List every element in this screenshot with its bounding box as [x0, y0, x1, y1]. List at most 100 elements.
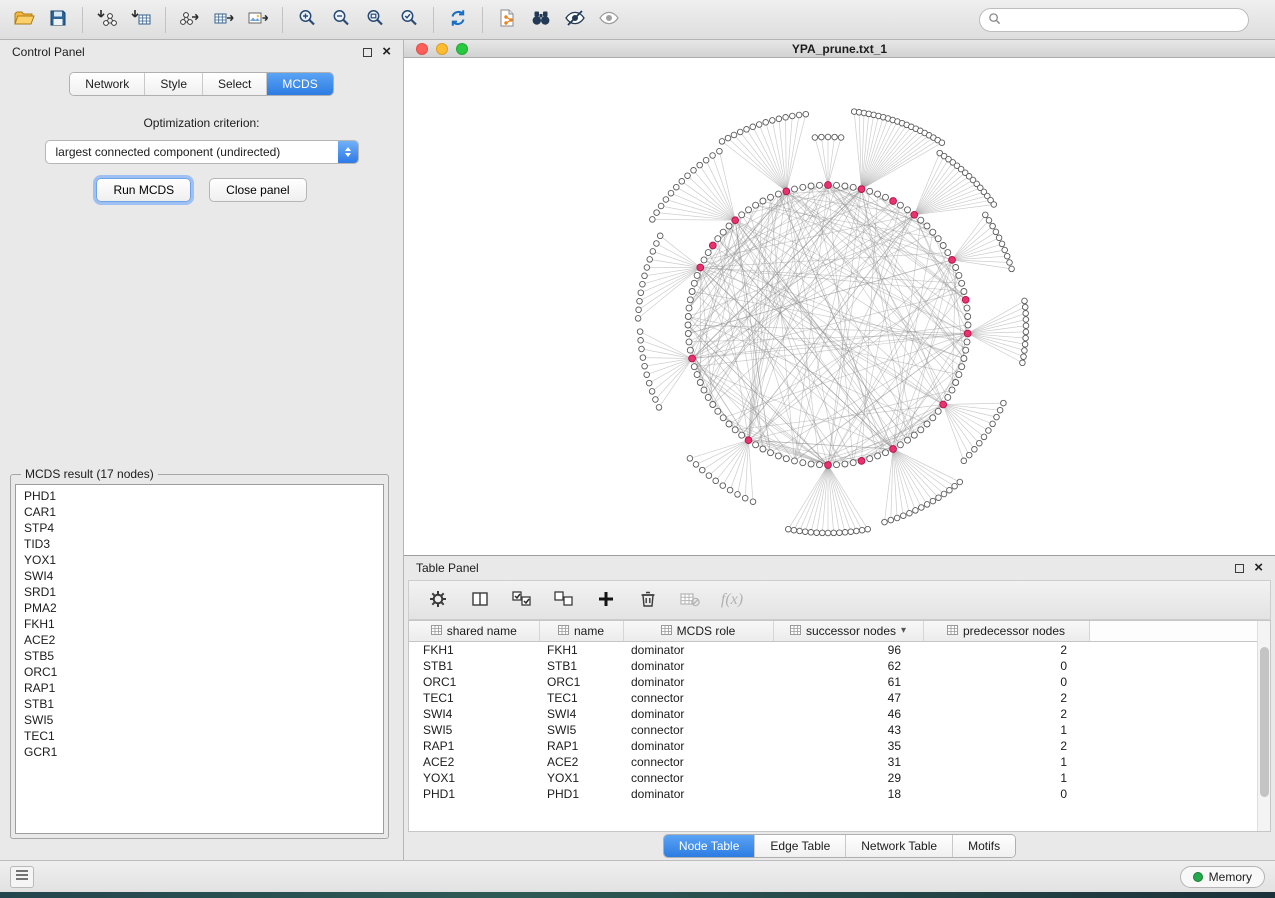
- table-vertical-scrollbar[interactable]: [1257, 621, 1270, 831]
- search-network-button[interactable]: [525, 5, 557, 35]
- cell-successor-nodes[interactable]: 61: [773, 674, 923, 690]
- cell-name[interactable]: RAP1: [539, 738, 623, 754]
- refresh-layout-button[interactable]: [442, 5, 474, 35]
- cell-name[interactable]: SWI5: [539, 722, 623, 738]
- cell-predecessor-nodes[interactable]: 1: [923, 722, 1089, 738]
- function-builder-button[interactable]: f(x): [719, 587, 745, 613]
- cell-predecessor-nodes[interactable]: 1: [923, 754, 1089, 770]
- cell-mcds-role[interactable]: dominator: [623, 786, 773, 802]
- float-panel-icon[interactable]: [363, 48, 372, 57]
- cell-name[interactable]: ORC1: [539, 674, 623, 690]
- mac-minimize-button[interactable]: [436, 43, 448, 55]
- cell-name[interactable]: STB1: [539, 658, 623, 674]
- cell-predecessor-nodes[interactable]: 0: [923, 674, 1089, 690]
- zoom-fit-button[interactable]: [359, 5, 391, 35]
- close-panel-button[interactable]: Close panel: [209, 178, 306, 202]
- zoom-selected-button[interactable]: [393, 5, 425, 35]
- cell-shared-name[interactable]: SWI5: [409, 722, 539, 738]
- table-row[interactable]: PHD1PHD1dominator180: [409, 786, 1257, 802]
- memory-button[interactable]: Memory: [1180, 866, 1265, 888]
- search-input[interactable]: [1006, 13, 1240, 27]
- show-panels-button[interactable]: [10, 866, 34, 888]
- tab-edge-table[interactable]: Edge Table: [755, 835, 846, 857]
- search-box[interactable]: [979, 8, 1249, 32]
- zoom-out-button[interactable]: [325, 5, 357, 35]
- mcds-result-item[interactable]: TID3: [16, 536, 383, 552]
- close-table-panel-icon[interactable]: ×: [1254, 563, 1263, 573]
- run-mcds-button[interactable]: Run MCDS: [96, 178, 191, 202]
- cell-mcds-role[interactable]: connector: [623, 770, 773, 786]
- cell-mcds-role[interactable]: dominator: [623, 738, 773, 754]
- save-session-button[interactable]: [42, 5, 74, 35]
- tab-network-table[interactable]: Network Table: [846, 835, 953, 857]
- cell-shared-name[interactable]: SWI4: [409, 706, 539, 722]
- network-window-titlebar[interactable]: YPA_prune.txt_1: [404, 40, 1275, 58]
- tab-network[interactable]: Network: [70, 73, 145, 95]
- show-graphics-details-button[interactable]: [593, 5, 625, 35]
- hide-graphics-details-button[interactable]: [559, 5, 591, 35]
- open-file-button[interactable]: [8, 5, 40, 35]
- table-row[interactable]: FKH1FKH1dominator962: [409, 641, 1257, 658]
- cell-mcds-role[interactable]: dominator: [623, 706, 773, 722]
- cell-mcds-role[interactable]: connector: [623, 754, 773, 770]
- cell-shared-name[interactable]: ORC1: [409, 674, 539, 690]
- cell-name[interactable]: ACE2: [539, 754, 623, 770]
- cell-successor-nodes[interactable]: 96: [773, 641, 923, 658]
- criterion-dropdown[interactable]: largest connected component (undirected): [45, 140, 359, 164]
- cell-name[interactable]: SWI4: [539, 706, 623, 722]
- cell-successor-nodes[interactable]: 29: [773, 770, 923, 786]
- table-row[interactable]: RAP1RAP1dominator352: [409, 738, 1257, 754]
- cell-successor-nodes[interactable]: 18: [773, 786, 923, 802]
- cell-shared-name[interactable]: YOX1: [409, 770, 539, 786]
- cell-mcds-role[interactable]: connector: [623, 722, 773, 738]
- select-all-button[interactable]: [509, 587, 535, 613]
- column-header-successor-nodes[interactable]: successor nodes▾: [773, 621, 923, 641]
- mcds-result-item[interactable]: STB5: [16, 648, 383, 664]
- cell-predecessor-nodes[interactable]: 0: [923, 786, 1089, 802]
- tab-motifs[interactable]: Motifs: [953, 835, 1015, 857]
- cell-successor-nodes[interactable]: 43: [773, 722, 923, 738]
- export-table-button[interactable]: [208, 5, 240, 35]
- create-column-button[interactable]: [593, 587, 619, 613]
- cell-mcds-role[interactable]: dominator: [623, 674, 773, 690]
- mcds-result-item[interactable]: SWI5: [16, 712, 383, 728]
- deselect-all-button[interactable]: [551, 587, 577, 613]
- cell-name[interactable]: YOX1: [539, 770, 623, 786]
- cell-name[interactable]: FKH1: [539, 641, 623, 658]
- mcds-result-item[interactable]: STB1: [16, 696, 383, 712]
- mcds-result-list[interactable]: PHD1CAR1STP4TID3YOX1SWI4SRD1PMA2FKH1ACE2…: [15, 484, 384, 834]
- mcds-result-item[interactable]: RAP1: [16, 680, 383, 696]
- network-graph[interactable]: [404, 58, 1275, 555]
- column-header-predecessor-nodes[interactable]: predecessor nodes: [923, 621, 1089, 641]
- table-row[interactable]: SWI4SWI4dominator462: [409, 706, 1257, 722]
- table-row[interactable]: SWI5SWI5connector431: [409, 722, 1257, 738]
- export-image-button[interactable]: [242, 5, 274, 35]
- cell-mcds-role[interactable]: dominator: [623, 641, 773, 658]
- cell-name[interactable]: PHD1: [539, 786, 623, 802]
- table-options-button[interactable]: [425, 587, 451, 613]
- table-row[interactable]: ORC1ORC1dominator610: [409, 674, 1257, 690]
- cell-mcds-role[interactable]: connector: [623, 690, 773, 706]
- import-network-button[interactable]: [91, 5, 123, 35]
- cell-shared-name[interactable]: ACE2: [409, 754, 539, 770]
- mcds-result-item[interactable]: CAR1: [16, 504, 383, 520]
- cell-predecessor-nodes[interactable]: 0: [923, 658, 1089, 674]
- cell-name[interactable]: TEC1: [539, 690, 623, 706]
- tab-select[interactable]: Select: [203, 73, 267, 95]
- mac-close-button[interactable]: [416, 43, 428, 55]
- mcds-result-item[interactable]: SRD1: [16, 584, 383, 600]
- cell-successor-nodes[interactable]: 62: [773, 658, 923, 674]
- mcds-result-item[interactable]: YOX1: [16, 552, 383, 568]
- table-scrollbar-thumb[interactable]: [1260, 647, 1269, 797]
- cell-successor-nodes[interactable]: 35: [773, 738, 923, 754]
- cell-predecessor-nodes[interactable]: 2: [923, 690, 1089, 706]
- table-row[interactable]: ACE2ACE2connector311: [409, 754, 1257, 770]
- column-header-mcds-role[interactable]: MCDS role: [623, 621, 773, 641]
- table-row[interactable]: YOX1YOX1connector291: [409, 770, 1257, 786]
- share-document-button[interactable]: [491, 5, 523, 35]
- cell-shared-name[interactable]: FKH1: [409, 641, 539, 658]
- mcds-result-item[interactable]: SWI4: [16, 568, 383, 584]
- mcds-result-item[interactable]: FKH1: [16, 616, 383, 632]
- cell-successor-nodes[interactable]: 31: [773, 754, 923, 770]
- column-header-name[interactable]: name: [539, 621, 623, 641]
